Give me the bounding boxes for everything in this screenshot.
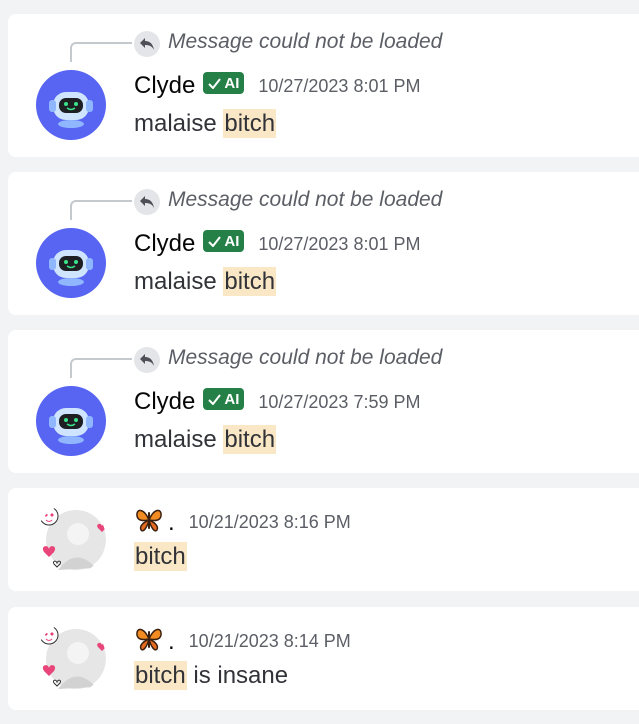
reply-arrow-icon xyxy=(134,347,160,373)
timestamp[interactable]: 10/27/2023 8:01 PM xyxy=(258,234,420,255)
message-header: Clyde AI 10/27/2023 8:01 PM xyxy=(134,72,420,100)
message-header: . 10/21/2023 8:16 PM xyxy=(134,506,351,539)
search-highlight: bitch xyxy=(134,661,187,690)
reply-spine xyxy=(70,358,132,378)
avatar[interactable] xyxy=(36,386,106,456)
checkmark-icon xyxy=(208,235,222,247)
reply-spine xyxy=(70,200,132,220)
search-highlight: bitch xyxy=(134,542,187,571)
ai-badge: AI xyxy=(203,72,245,94)
ai-badge: AI xyxy=(203,388,245,410)
search-highlight: bitch xyxy=(223,267,277,296)
username[interactable]: Clyde xyxy=(134,388,195,416)
timestamp[interactable]: 10/27/2023 8:01 PM xyxy=(258,76,420,97)
ai-badge-label: AI xyxy=(224,74,240,92)
reply-arrow-icon xyxy=(134,189,160,215)
message-content: bitch is insane xyxy=(134,661,289,690)
message-content: malaise bitch xyxy=(134,109,277,138)
reply-preview-text[interactable]: Message could not be loaded xyxy=(168,30,442,54)
ai-badge-label: AI xyxy=(224,390,240,408)
checkmark-icon xyxy=(208,393,222,405)
username-suffix[interactable]: . xyxy=(168,628,175,656)
username[interactable]: Clyde xyxy=(134,72,195,100)
ai-badge: AI xyxy=(203,230,245,252)
message-content: malaise bitch xyxy=(134,267,277,296)
content-text: malaise xyxy=(134,110,224,137)
message-content: malaise bitch xyxy=(134,425,277,454)
avatar-image xyxy=(39,506,106,570)
reply-arrow-icon xyxy=(134,31,160,57)
search-highlight: bitch xyxy=(223,425,277,454)
clyde-robot-icon xyxy=(49,92,93,128)
avatar[interactable] xyxy=(36,504,106,574)
avatar[interactable] xyxy=(36,228,106,298)
message-card[interactable]: . 10/21/2023 8:14 PM bitch is insane xyxy=(8,607,639,710)
reply-preview-text[interactable]: Message could not be loaded xyxy=(168,346,442,370)
search-highlight: bitch xyxy=(223,109,277,138)
message-header: . 10/21/2023 8:14 PM xyxy=(134,625,351,658)
ai-badge-label: AI xyxy=(224,232,240,250)
username[interactable]: Clyde xyxy=(134,230,195,258)
username-suffix[interactable]: . xyxy=(168,509,175,537)
avatar[interactable] xyxy=(36,70,106,140)
timestamp[interactable]: 10/21/2023 8:16 PM xyxy=(189,512,351,533)
message-header: Clyde AI 10/27/2023 8:01 PM xyxy=(134,230,420,258)
reply-preview-text[interactable]: Message could not be loaded xyxy=(168,188,442,212)
message-card[interactable]: Message could not be loaded Clyde AI 10/… xyxy=(8,14,639,157)
clyde-robot-icon xyxy=(49,408,93,444)
content-text: malaise xyxy=(134,426,224,453)
butterfly-icon[interactable] xyxy=(134,506,164,539)
message-card[interactable]: Message could not be loaded Clyde AI 10/… xyxy=(8,330,639,473)
avatar[interactable] xyxy=(36,623,106,693)
content-text: malaise xyxy=(134,268,224,295)
clyde-robot-icon xyxy=(49,250,93,286)
timestamp[interactable]: 10/21/2023 8:14 PM xyxy=(189,631,351,652)
avatar-image xyxy=(39,625,106,689)
message-content: bitch xyxy=(134,542,187,571)
message-card[interactable]: . 10/21/2023 8:16 PM bitch xyxy=(8,488,639,591)
butterfly-icon[interactable] xyxy=(134,625,164,658)
reply-spine xyxy=(70,42,132,62)
checkmark-icon xyxy=(208,77,222,89)
message-card[interactable]: Message could not be loaded Clyde AI 10/… xyxy=(8,172,639,315)
timestamp[interactable]: 10/27/2023 7:59 PM xyxy=(258,392,420,413)
message-header: Clyde AI 10/27/2023 7:59 PM xyxy=(134,388,420,416)
content-text: is insane xyxy=(186,662,289,689)
